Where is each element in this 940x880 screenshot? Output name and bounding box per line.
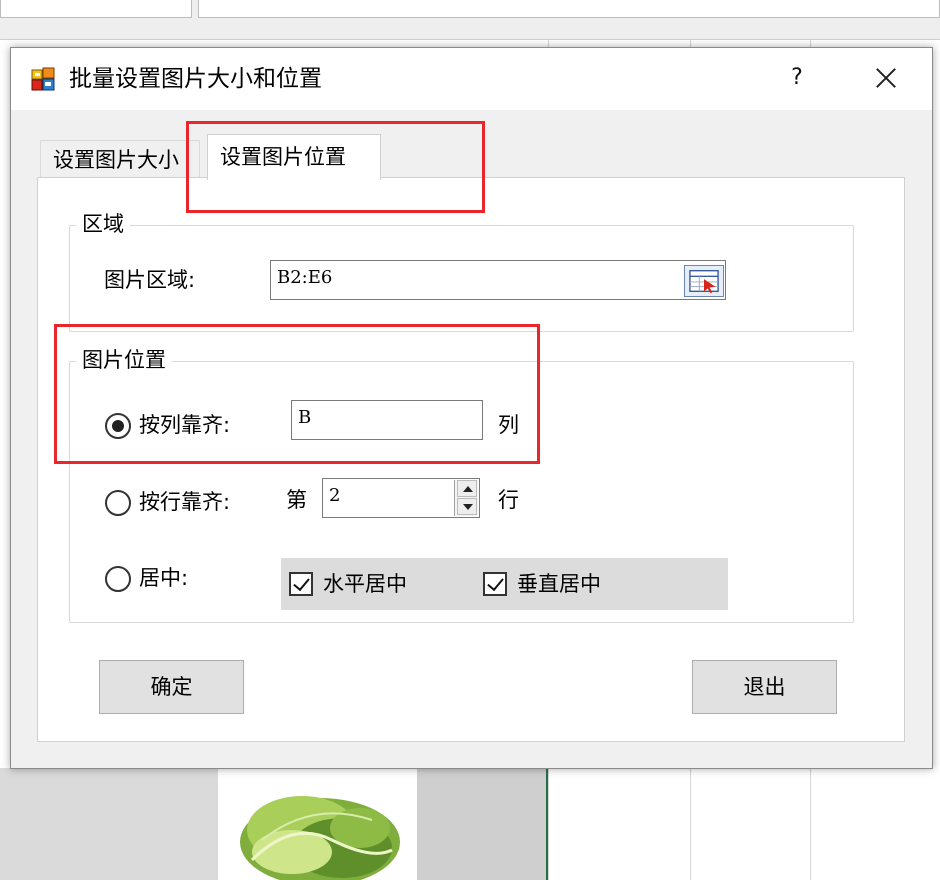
selection-border — [546, 768, 548, 880]
align-by-row-radio[interactable] — [105, 490, 131, 516]
vertical-center-checkbox[interactable] — [483, 572, 507, 596]
tab-set-size[interactable]: 设置图片大小 — [40, 140, 200, 180]
exit-button[interactable]: 退出 — [692, 660, 837, 714]
formula-bar — [0, 0, 940, 40]
spin-down-icon[interactable] — [457, 498, 477, 515]
tab-set-position[interactable]: 设置图片位置 — [207, 134, 381, 180]
vertical-center-label: 垂直居中 — [517, 572, 601, 596]
name-box[interactable] — [0, 0, 192, 18]
center-label: 居中: — [139, 566, 189, 590]
range-select-icon[interactable] — [684, 265, 724, 297]
row-unit-label: 行 — [498, 488, 519, 512]
center-radio[interactable] — [105, 566, 131, 592]
horizontal-center-label: 水平居中 — [323, 572, 407, 596]
spin-up-icon[interactable] — [457, 480, 477, 497]
cell-shaded — [417, 768, 547, 880]
lettuce-image[interactable] — [232, 770, 402, 880]
row-prefix-label: 第 — [286, 488, 307, 512]
center-options-panel: 水平居中 垂直居中 — [281, 558, 728, 610]
picture-range-label: 图片区域: — [104, 268, 196, 292]
help-button[interactable]: ? — [779, 60, 815, 96]
annotation-box-position — [54, 324, 540, 464]
app-window-icon — [31, 67, 55, 91]
ok-button[interactable]: 确定 — [99, 660, 244, 714]
picture-range-input[interactable]: B2:E6 — [270, 260, 726, 300]
horizontal-center-checkbox[interactable] — [289, 572, 313, 596]
dialog-titlebar[interactable]: 批量设置图片大小和位置 ? — [11, 48, 932, 110]
cell-shaded — [0, 768, 218, 880]
dialog-title: 批量设置图片大小和位置 — [69, 66, 322, 92]
area-group-legend: 区域 — [76, 210, 130, 238]
formula-input[interactable] — [198, 0, 940, 18]
align-by-row-label: 按行靠齐: — [139, 490, 231, 514]
close-icon[interactable] — [869, 60, 905, 96]
row-spinner[interactable] — [454, 480, 478, 516]
